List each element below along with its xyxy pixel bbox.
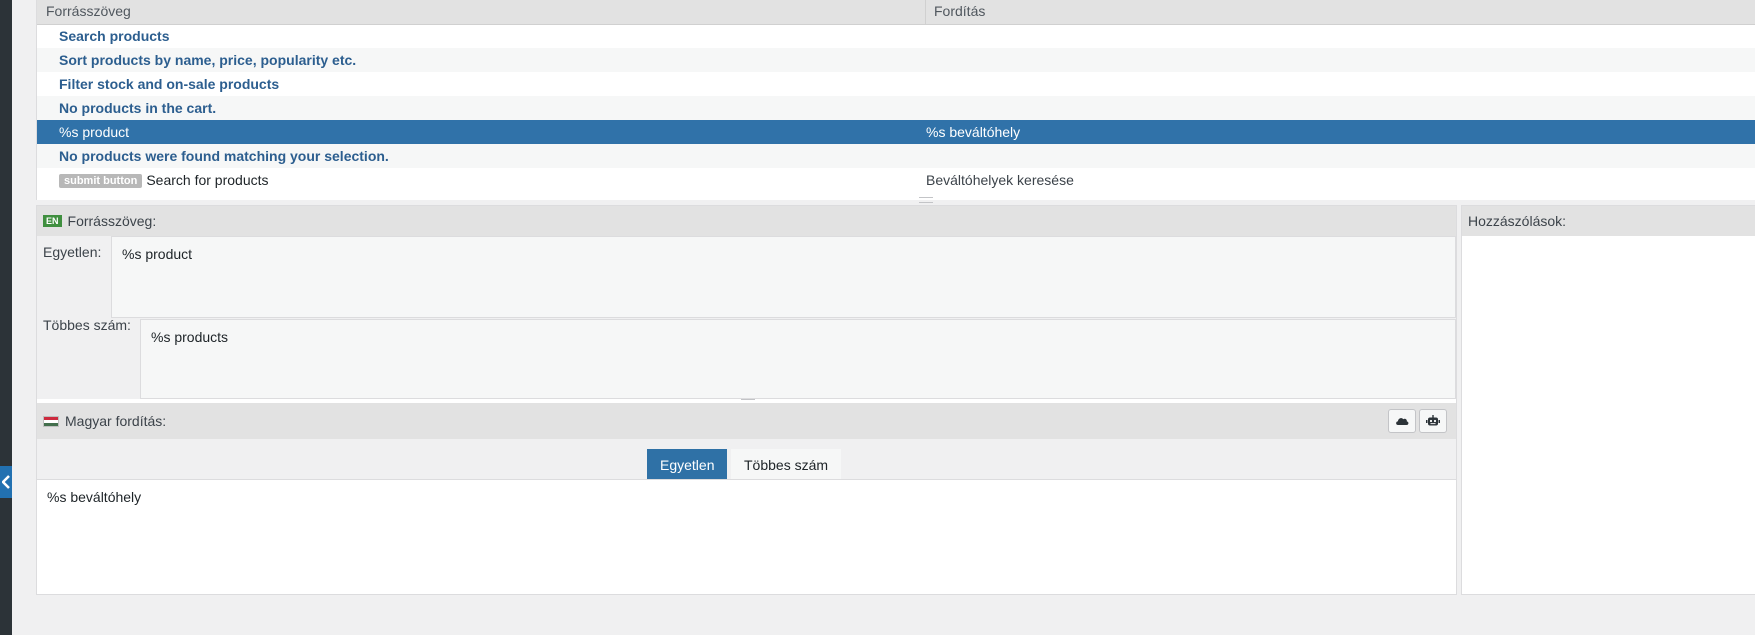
row-translation-text: %s beváltóhely	[926, 124, 1021, 140]
list-row-untranslated[interactable]: No products were found matching your sel…	[37, 144, 1755, 168]
list-row-translated[interactable]: submit button Search for products Beváltó…	[37, 168, 1755, 192]
cloud-translate-button[interactable]	[1388, 409, 1416, 433]
translation-panel-header: Magyar fordítás:	[37, 403, 1456, 439]
row-source-text: No products in the cart.	[59, 100, 217, 116]
source-singular-text: %s product	[111, 236, 1456, 318]
hungarian-flag-icon	[43, 416, 59, 427]
column-divider[interactable]	[925, 0, 926, 24]
list-header: Forrásszöveg Fordítás	[37, 0, 1755, 25]
row-translation-text: Beváltóhelyek keresése	[926, 172, 1074, 188]
machine-translate-button[interactable]	[1419, 409, 1447, 433]
comments-title: Hozzászólások:	[1468, 213, 1567, 229]
list-row-untranslated[interactable]: Filter stock and on-sale products	[37, 72, 1755, 96]
string-list: Forrásszöveg Fordítás Search products So…	[36, 0, 1755, 203]
comments-panel-header: Hozzászólások:	[1462, 206, 1755, 236]
context-badge: submit button	[59, 174, 143, 188]
tab-plural[interactable]: Többes szám	[731, 449, 842, 482]
row-source-label: Search for products	[146, 172, 269, 188]
plural-label: Többes szám:	[43, 317, 131, 333]
tab-singular[interactable]: Egyetlen	[647, 449, 728, 482]
cloud-icon	[1396, 418, 1409, 425]
translation-title-text: Magyar fordítás:	[65, 413, 167, 429]
list-row-untranslated[interactable]: No products in the cart.	[37, 96, 1755, 120]
form-tabs: Egyetlen Többes szám	[37, 439, 1456, 484]
row-source-text: submit button Search for products	[59, 172, 269, 188]
column-header-source[interactable]: Forrásszöveg	[46, 3, 131, 19]
list-row-untranslated[interactable]: Search products	[37, 24, 1755, 48]
translation-textarea[interactable]: %s beváltóhely	[37, 479, 1456, 594]
list-row-untranslated[interactable]: Sort products by name, price, popularity…	[37, 48, 1755, 72]
chevron-left-icon	[2, 475, 10, 489]
translation-panel-title: Magyar fordítás:	[43, 413, 166, 429]
row-source-text: Sort products by name, price, popularity…	[59, 52, 357, 68]
editor-panel: EN Forrásszöveg: Egyetlen: %s product Töb…	[36, 205, 1457, 595]
source-title-text: Forrásszöveg:	[67, 213, 157, 229]
sidebar-collapse-handle[interactable]	[0, 466, 12, 498]
row-source-text: Filter stock and on-sale products	[59, 76, 280, 92]
source-panel-header: EN Forrásszöveg:	[37, 206, 1456, 236]
list-row-selected[interactable]: %s product %s beváltóhely	[37, 120, 1755, 144]
source-panel-title: EN Forrásszöveg:	[43, 213, 156, 229]
column-header-translation[interactable]: Fordítás	[934, 3, 985, 19]
row-source-text: Search products	[59, 28, 170, 44]
english-flag-icon: EN	[43, 215, 62, 227]
source-plural-text: %s products	[140, 319, 1456, 399]
row-source-text: %s product	[59, 124, 130, 140]
comments-panel: Hozzászólások:	[1461, 205, 1755, 595]
list-resize-grip[interactable]	[919, 197, 933, 203]
row-source-text: No products were found matching your sel…	[59, 148, 389, 164]
admin-sidebar-strip	[0, 0, 12, 635]
robot-icon	[1426, 415, 1440, 426]
source-fields: Egyetlen: %s product Többes szám: %s pro…	[37, 236, 1456, 399]
singular-label: Egyetlen:	[43, 244, 102, 260]
